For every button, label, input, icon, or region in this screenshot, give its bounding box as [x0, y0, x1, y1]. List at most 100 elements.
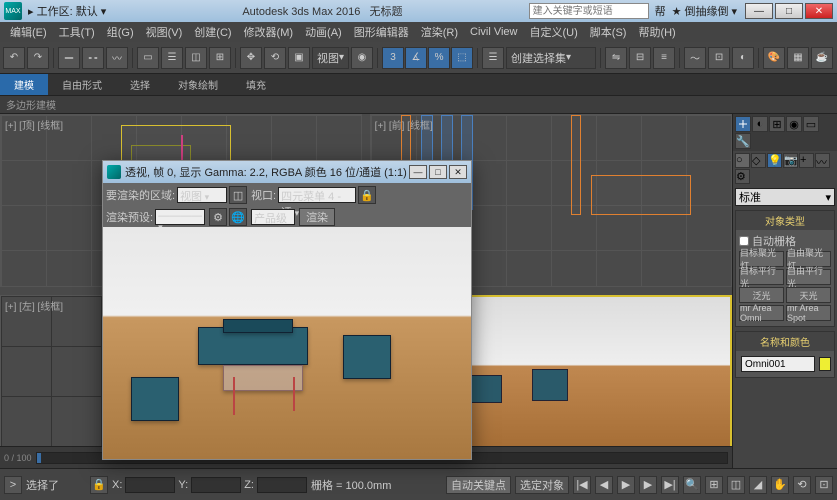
scale-button[interactable]: ▣: [288, 47, 310, 69]
viewport-left-label[interactable]: [+] [左] [线框]: [5, 298, 63, 313]
layer-button[interactable]: ≡: [653, 47, 675, 69]
render-execute-button[interactable]: 渲染: [299, 208, 335, 226]
orbit-button[interactable]: ⟲: [793, 476, 811, 494]
render-window-titlebar[interactable]: 透视, 帧 0, 显示 Gamma: 2.2, RGBA 颜色 16 位/通道 …: [103, 161, 471, 183]
tab-modeling[interactable]: 建模: [0, 74, 48, 95]
name-color-header[interactable]: 名称和颜色: [736, 332, 834, 351]
render-viewport-dropdown[interactable]: 四元菜单 4 - 透 ▾: [278, 187, 356, 203]
ref-coord-dropdown[interactable]: 视图 ▾: [312, 47, 349, 69]
display-tab[interactable]: ▭: [803, 116, 819, 132]
menu-edit[interactable]: 编辑(E): [4, 22, 53, 42]
zoom-button[interactable]: 🔍: [683, 476, 701, 494]
undo-button[interactable]: ↶: [3, 47, 25, 69]
rotate-button[interactable]: ⟲: [264, 47, 286, 69]
manage-selection-sets[interactable]: ☰: [482, 47, 504, 69]
menu-grapheditors[interactable]: 图形编辑器: [348, 22, 415, 42]
prev-frame-button[interactable]: ◀: [595, 476, 613, 494]
menu-group[interactable]: 组(G): [101, 22, 140, 42]
schematic-view-button[interactable]: ⊡: [708, 47, 730, 69]
utilities-tab[interactable]: 🔧: [735, 133, 751, 149]
menu-tools[interactable]: 工具(T): [53, 22, 101, 42]
user-menu[interactable]: ★ 倒抽缘倒 ▾: [672, 3, 737, 19]
select-region-button[interactable]: ◫: [185, 47, 207, 69]
angle-snap-toggle[interactable]: ∡: [405, 47, 427, 69]
keymode-dropdown[interactable]: 选定对象: [515, 476, 569, 494]
curve-editor-button[interactable]: 〜: [684, 47, 706, 69]
y-coord-input[interactable]: [191, 477, 241, 493]
tab-selection[interactable]: 选择: [116, 74, 164, 95]
systems-subtab[interactable]: ⚙: [735, 169, 750, 184]
skylight-button[interactable]: 天光: [786, 287, 831, 303]
window-crossing-button[interactable]: ⊞: [209, 47, 231, 69]
maximize-viewport-button[interactable]: ⊡: [815, 476, 833, 494]
autokey-toggle[interactable]: 自动关键点: [446, 476, 511, 494]
bind-spacewarp-button[interactable]: 〰: [106, 47, 128, 69]
mr-area-spot-button[interactable]: mr Area Spot: [786, 305, 831, 321]
tab-populate[interactable]: 填充: [232, 74, 280, 95]
move-button[interactable]: ✥: [240, 47, 262, 69]
material-editor-button[interactable]: ◐: [732, 47, 754, 69]
maximize-button[interactable]: □: [775, 3, 803, 19]
helpers-subtab[interactable]: +: [799, 153, 814, 168]
z-coord-input[interactable]: [257, 477, 307, 493]
motion-tab[interactable]: ◉: [786, 116, 802, 132]
render-output-view[interactable]: [103, 227, 471, 459]
menu-civilview[interactable]: Civil View: [464, 24, 523, 40]
geometry-subtab[interactable]: ○: [735, 153, 750, 168]
selection-lock-toggle[interactable]: 🔒: [90, 476, 108, 494]
menu-modifiers[interactable]: 修改器(M): [238, 22, 300, 42]
free-direct-button[interactable]: 自由平行光: [786, 269, 831, 285]
menu-script[interactable]: 脚本(S): [584, 22, 633, 42]
edit-region-button[interactable]: ◫: [229, 186, 247, 204]
redo-button[interactable]: ↷: [27, 47, 49, 69]
render-minimize-button[interactable]: —: [409, 165, 427, 179]
target-direct-button[interactable]: 目标平行光: [739, 269, 784, 285]
menu-help[interactable]: 帮助(H): [632, 22, 681, 42]
environment-icon[interactable]: 🌐: [229, 208, 247, 226]
viewport-top-label[interactable]: [+] [顶] [线框]: [5, 117, 63, 132]
selection-set-dropdown[interactable]: 创建选择集 ▾: [506, 47, 596, 69]
select-button[interactable]: ▭: [137, 47, 159, 69]
render-maximize-button[interactable]: □: [429, 165, 447, 179]
render-preset-dropdown[interactable]: ———— ▾: [155, 209, 205, 225]
goto-start-button[interactable]: |◀: [573, 476, 591, 494]
mirror-button[interactable]: ⇋: [605, 47, 627, 69]
zoom-all-button[interactable]: ⊞: [705, 476, 723, 494]
pivot-button[interactable]: ◉: [351, 47, 373, 69]
next-frame-button[interactable]: ▶: [639, 476, 657, 494]
x-coord-input[interactable]: [125, 477, 175, 493]
tab-freeform[interactable]: 自由形式: [48, 74, 116, 95]
render-setup-button[interactable]: 🎨: [763, 47, 785, 69]
object-name-input[interactable]: [741, 356, 815, 372]
percent-snap-toggle[interactable]: %: [428, 47, 450, 69]
menu-customize[interactable]: 自定义(U): [524, 22, 584, 42]
menu-create[interactable]: 创建(C): [188, 22, 237, 42]
unlink-button[interactable]: [82, 47, 104, 69]
create-tab[interactable]: [735, 116, 751, 132]
shapes-subtab[interactable]: ◇: [751, 153, 766, 168]
help-button[interactable]: 帮: [655, 3, 666, 19]
render-close-button[interactable]: ✕: [449, 165, 467, 179]
menu-animation[interactable]: 动画(A): [299, 22, 348, 42]
align-button[interactable]: ⊟: [629, 47, 651, 69]
object-color-swatch[interactable]: [819, 357, 831, 371]
omni-button[interactable]: 泛光: [739, 287, 784, 303]
viewport-front-label[interactable]: [+] [前] [线框]: [375, 117, 433, 132]
render-area-dropdown[interactable]: 视图 ▾: [177, 187, 227, 203]
pan-button[interactable]: ✋: [771, 476, 789, 494]
link-button[interactable]: [58, 47, 80, 69]
zoom-extents-button[interactable]: ◫: [727, 476, 745, 494]
workspace-dropdown[interactable]: ▸ 工作区: 默认 ▾: [28, 3, 106, 19]
menu-rendering[interactable]: 渲染(R): [415, 22, 464, 42]
hierarchy-tab[interactable]: ⊞: [769, 116, 785, 132]
spacewarps-subtab[interactable]: 〰: [815, 153, 830, 168]
lock-viewport-button[interactable]: 🔒: [358, 186, 376, 204]
render-button[interactable]: ☕: [811, 47, 833, 69]
close-button[interactable]: ✕: [805, 3, 833, 19]
menu-view[interactable]: 视图(V): [140, 22, 189, 42]
rendered-frame-button[interactable]: ▦: [787, 47, 809, 69]
production-dropdown[interactable]: 产品级 ▾: [251, 209, 295, 225]
snap-toggle[interactable]: 3: [382, 47, 404, 69]
minimize-button[interactable]: —: [745, 3, 773, 19]
render-setup-icon[interactable]: ⚙: [209, 208, 227, 226]
